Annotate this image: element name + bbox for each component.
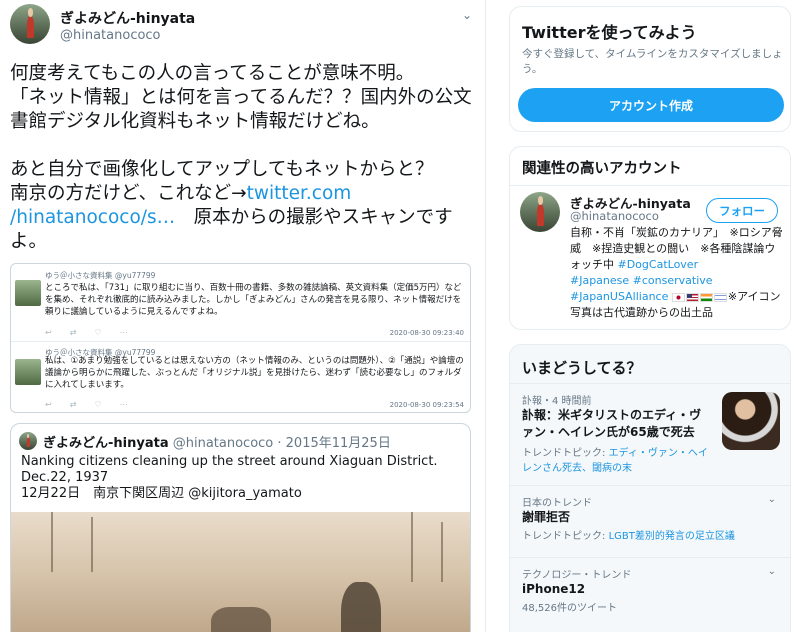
trend-title: 謝罪拒否 <box>522 510 571 524</box>
signup-description: 今すぐ登録して、タイムラインをカスタマイズしましょう。 <box>522 48 783 75</box>
tweet-header: ぎよみどん-hinyata @hinatanococo ⌄ <box>10 4 476 50</box>
author-name[interactable]: ぎよみどん-hinyata <box>60 8 195 28</box>
trend-context: 訃報・4 時間前 <box>522 396 592 407</box>
trend-context: 日本のトレンド <box>522 498 592 509</box>
image-tweet-actions-icon: ↩⇄♡⋯ <box>45 328 146 337</box>
quoted-name: ぎよみどん-hinyata <box>43 436 169 451</box>
tweet-text: 何度考えてもこの人の言ってることが意味不明。 「ネット情報」とは何を言ってるんだ… <box>10 62 480 254</box>
chevron-down-icon[interactable]: ⌄ <box>462 8 472 22</box>
signup-card: Twitterを使ってみよう 今すぐ登録して、タイムラインをカスタマイズしましょ… <box>509 6 791 132</box>
tweet-text-part: 何度考えてもこの人の言ってることが意味不明。 「ネット情報」とは何を言ってるんだ… <box>10 63 472 204</box>
trends-card: いまどうしてる？ 訃報・4 時間前 訃報：米ギタリストのエディ・ヴァン・ヘイレン… <box>509 344 791 632</box>
quoted-avatar <box>19 432 37 450</box>
image-tweet-avatar <box>15 359 41 385</box>
main-column: ぎよみどん-hinyata @hinatanococo ⌄ 何度考えてもこの人の… <box>0 0 486 632</box>
trend-sub-prefix: トレンドトピック: <box>522 448 609 459</box>
quoted-tweet[interactable]: ぎよみどん-hinyata @hinatanococo · 2015年11月25… <box>10 423 471 632</box>
image-tweet: ゆう＠小さな資料集 @yu77799 私は、①あまり勉強をしているとは思えない方… <box>11 343 470 412</box>
image-tweet-body: 私は、①あまり勉強をしているとは思えない方の（ネット情報のみ、というのは問題外）… <box>45 356 464 390</box>
trend-title: 訃報：米ギタリストのエディ・ヴァン・ヘイレン氏が65歳で死去 <box>522 408 702 439</box>
image-tweet-time: 2020-08-30 09:23:40 <box>389 329 464 337</box>
trend-thumbnail <box>722 392 780 450</box>
trend-sub-link[interactable]: LGBT差別的発言の足立区議 <box>609 531 735 542</box>
quoted-text: Nanking citizens cleaning up the street … <box>21 454 438 501</box>
image-tweet-actions-icon: ↩⇄♡⋯ <box>45 400 146 409</box>
related-bio: 自称・不肖「炭鉱のカナリア」 ※ロシア脅威 ※捏造史観との闘い ※各種陰謀論ウォ… <box>570 225 784 321</box>
image-tweet-name: ゆう＠小さな資料集 @yu77799 <box>45 271 156 280</box>
follow-button[interactable]: フォロー <box>706 198 778 223</box>
trend-sub-prefix: トレンドトピック: <box>522 531 609 542</box>
bio-hashtag[interactable]: #DogCatLover <box>618 258 699 271</box>
attached-screenshot-image[interactable]: ゆう＠小さな資料集 @yu77799 ところで私は、「731」に取り組むに当り、… <box>10 263 471 413</box>
trends-title: いまどうしてる？ <box>522 359 642 377</box>
trend-item[interactable]: テクノロジー・トレンド ⌄ iPhone12 48,526件のツイート <box>510 557 790 627</box>
signup-title: Twitterを使ってみよう <box>522 23 697 42</box>
image-tweet-avatar <box>15 280 41 306</box>
bio-hashtag[interactable]: #JapanUSAlliance <box>570 290 668 303</box>
quoted-photo[interactable] <box>11 512 470 632</box>
bio-hashtag[interactable]: #conservative <box>633 274 713 287</box>
trend-title: iPhone12 <box>522 582 586 596</box>
image-tweet-body: ところで私は、「731」に取り組むに当り、百数十冊の書籍、多数の雑誌論稿、英文資… <box>45 283 462 317</box>
author-handle[interactable]: @hinatanococo <box>60 28 161 43</box>
related-avatar[interactable] <box>520 192 560 232</box>
bio-hashtag[interactable]: #Japanese <box>570 274 629 287</box>
trend-item[interactable]: 訃報・4 時間前 訃報：米ギタリストのエディ・ヴァン・ヘイレン氏が65歳で死去 … <box>510 383 790 476</box>
related-accounts-card: 関連性の高いアカウント ぎよみどん-hinyata @hinatanococo … <box>509 146 791 330</box>
trend-tweet-count: 48,526件のツイート <box>522 603 617 614</box>
trend-subtext: トレンドトピック: エディ・ヴァン・ヘイレンさん死去、閾病の末 <box>522 446 712 476</box>
sidebar: Twitterを使ってみよう 今すぐ登録して、タイムラインをカスタマイズしましょ… <box>499 0 799 632</box>
chevron-down-icon[interactable]: ⌄ <box>768 566 776 577</box>
related-title: 関連性の高いアカウント <box>522 161 682 177</box>
related-handle[interactable]: @hinatanococo <box>570 209 659 223</box>
trend-subtext: トレンドトピック: LGBT差別的発言の足立区議 <box>522 529 735 544</box>
india-flag-icon <box>699 292 713 302</box>
trend-item[interactable]: 日本のトレンド ⌄ 謝罪拒否 トレンドトピック: LGBT差別的発言の足立区議 <box>510 485 790 555</box>
chevron-down-icon[interactable]: ⌄ <box>768 494 776 505</box>
israel-flag-icon <box>713 292 727 302</box>
trend-context: テクノロジー・トレンド <box>522 570 632 581</box>
author-avatar[interactable] <box>10 4 50 44</box>
divider <box>510 185 790 186</box>
japan-flag-icon <box>671 292 685 302</box>
image-tweet: ゆう＠小さな資料集 @yu77799 ところで私は、「731」に取り組むに当り、… <box>11 264 470 342</box>
quoted-header: ぎよみどん-hinyata @hinatanococo · 2015年11月25… <box>43 432 391 451</box>
usa-flag-icon <box>685 292 699 302</box>
image-tweet-time: 2020-08-30 09:23:54 <box>389 401 464 409</box>
quoted-meta: @hinatanococo · 2015年11月25日 <box>168 436 391 451</box>
create-account-button[interactable]: アカウント作成 <box>518 88 784 122</box>
